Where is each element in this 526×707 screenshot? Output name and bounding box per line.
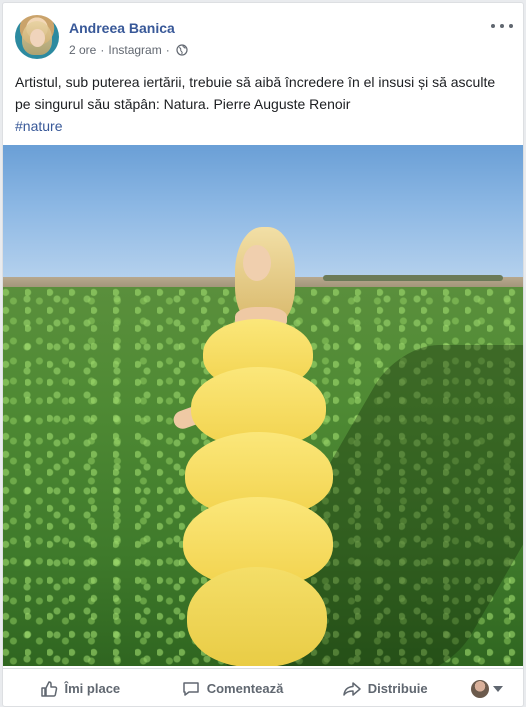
more-icon[interactable] (491, 19, 513, 33)
photo-figure (163, 227, 353, 666)
post-actions: Îmi place Comentează Distribuie (3, 668, 523, 706)
globe-icon[interactable] (176, 44, 188, 56)
author-name[interactable]: Andreea Banica (69, 20, 175, 36)
like-label: Îmi place (64, 681, 121, 696)
comment-button[interactable]: Comentează (156, 669, 309, 706)
more-dot (509, 24, 513, 28)
comment-icon (182, 681, 199, 696)
comment-label: Comentează (206, 681, 284, 696)
like-icon (40, 680, 57, 697)
more-dot (500, 24, 504, 28)
meta-separator: · (165, 43, 170, 57)
post-time[interactable]: 2 ore (69, 43, 96, 57)
dress-tier (187, 567, 327, 666)
like-button[interactable]: Îmi place (3, 669, 156, 706)
more-dot (491, 24, 495, 28)
audience-selector[interactable] (461, 679, 513, 698)
chevron-down-icon (493, 685, 504, 692)
feed-post: Andreea Banica 2 ore · Instagram · Artis… (2, 2, 524, 707)
post-meta: 2 ore · Instagram · (69, 43, 188, 57)
avatar (471, 679, 490, 698)
avatar[interactable] (15, 15, 59, 59)
share-label: Distribuie (367, 681, 428, 696)
share-button[interactable]: Distribuie (308, 669, 461, 706)
meta-separator: · (100, 43, 105, 57)
post-text: Artistul, sub puterea iertării, trebuie … (15, 71, 511, 137)
post-photo[interactable] (3, 145, 523, 666)
hashtag-link[interactable]: #nature (15, 118, 62, 134)
post-body: Artistul, sub puterea iertării, trebuie … (15, 74, 496, 112)
avatar-face (30, 29, 45, 47)
share-icon (342, 681, 361, 696)
figure-face (243, 245, 271, 281)
post-source[interactable]: Instagram (108, 43, 161, 57)
post-header: Andreea Banica 2 ore · Instagram · (3, 3, 523, 63)
